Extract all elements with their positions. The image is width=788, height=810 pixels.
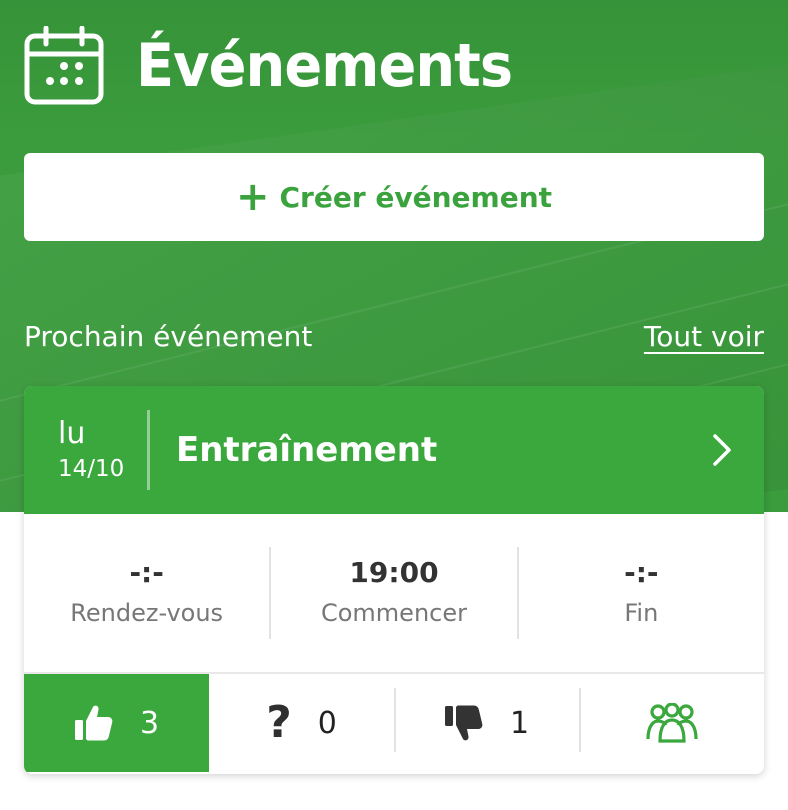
thumbs-down-icon: [444, 705, 483, 741]
calendar-icon: [24, 26, 104, 105]
time-value: -:-: [624, 556, 659, 589]
thumbs-up-icon: [74, 705, 113, 741]
event-date-value: 14/10: [58, 456, 125, 482]
create-event-button[interactable]: + Créer événement: [24, 153, 764, 241]
time-value: -:-: [129, 556, 164, 589]
event-times: -:- Rendez-vous 19:00 Commencer -:- Fin: [24, 514, 764, 674]
page-header: Événements: [24, 26, 541, 106]
rsvp-bar: 3 ? 0 1: [24, 674, 764, 772]
time-label: Commencer: [320, 599, 467, 627]
event-card-header[interactable]: lu 14/10 Entraînement: [24, 386, 764, 514]
next-event-header: Prochain événement Tout voir: [24, 314, 764, 358]
event-title: Entraînement: [176, 430, 438, 470]
meeting-time: -:- Rendez-vous: [24, 547, 269, 639]
section-title: Prochain événement: [24, 319, 313, 353]
start-time: 19:00 Commencer: [269, 547, 516, 639]
rsvp-yes-button[interactable]: 3: [24, 674, 209, 772]
group-icon: [645, 703, 698, 743]
end-time: -:- Fin: [516, 547, 764, 639]
rsvp-no-button[interactable]: 1: [394, 674, 579, 772]
time-value: 19:00: [349, 556, 439, 589]
no-count: 1: [509, 705, 530, 741]
plus-icon: +: [235, 174, 270, 220]
attendees-button[interactable]: [579, 674, 764, 772]
question-mark-icon: ?: [266, 697, 292, 748]
event-card: lu 14/10 Entraînement -:- Rendez-vous 19…: [24, 386, 764, 774]
create-event-label: Créer événement: [279, 180, 553, 214]
event-day: lu: [58, 416, 86, 451]
time-label: Fin: [624, 599, 659, 627]
page-title: Événements: [136, 31, 513, 101]
rsvp-maybe-button[interactable]: ? 0: [209, 674, 394, 772]
event-date: lu 14/10: [24, 410, 150, 490]
time-label: Rendez-vous: [70, 599, 224, 627]
yes-count: 3: [139, 705, 160, 741]
see-all-link[interactable]: Tout voir: [644, 320, 764, 353]
maybe-count: 0: [317, 705, 337, 741]
chevron-right-icon: [713, 434, 731, 466]
